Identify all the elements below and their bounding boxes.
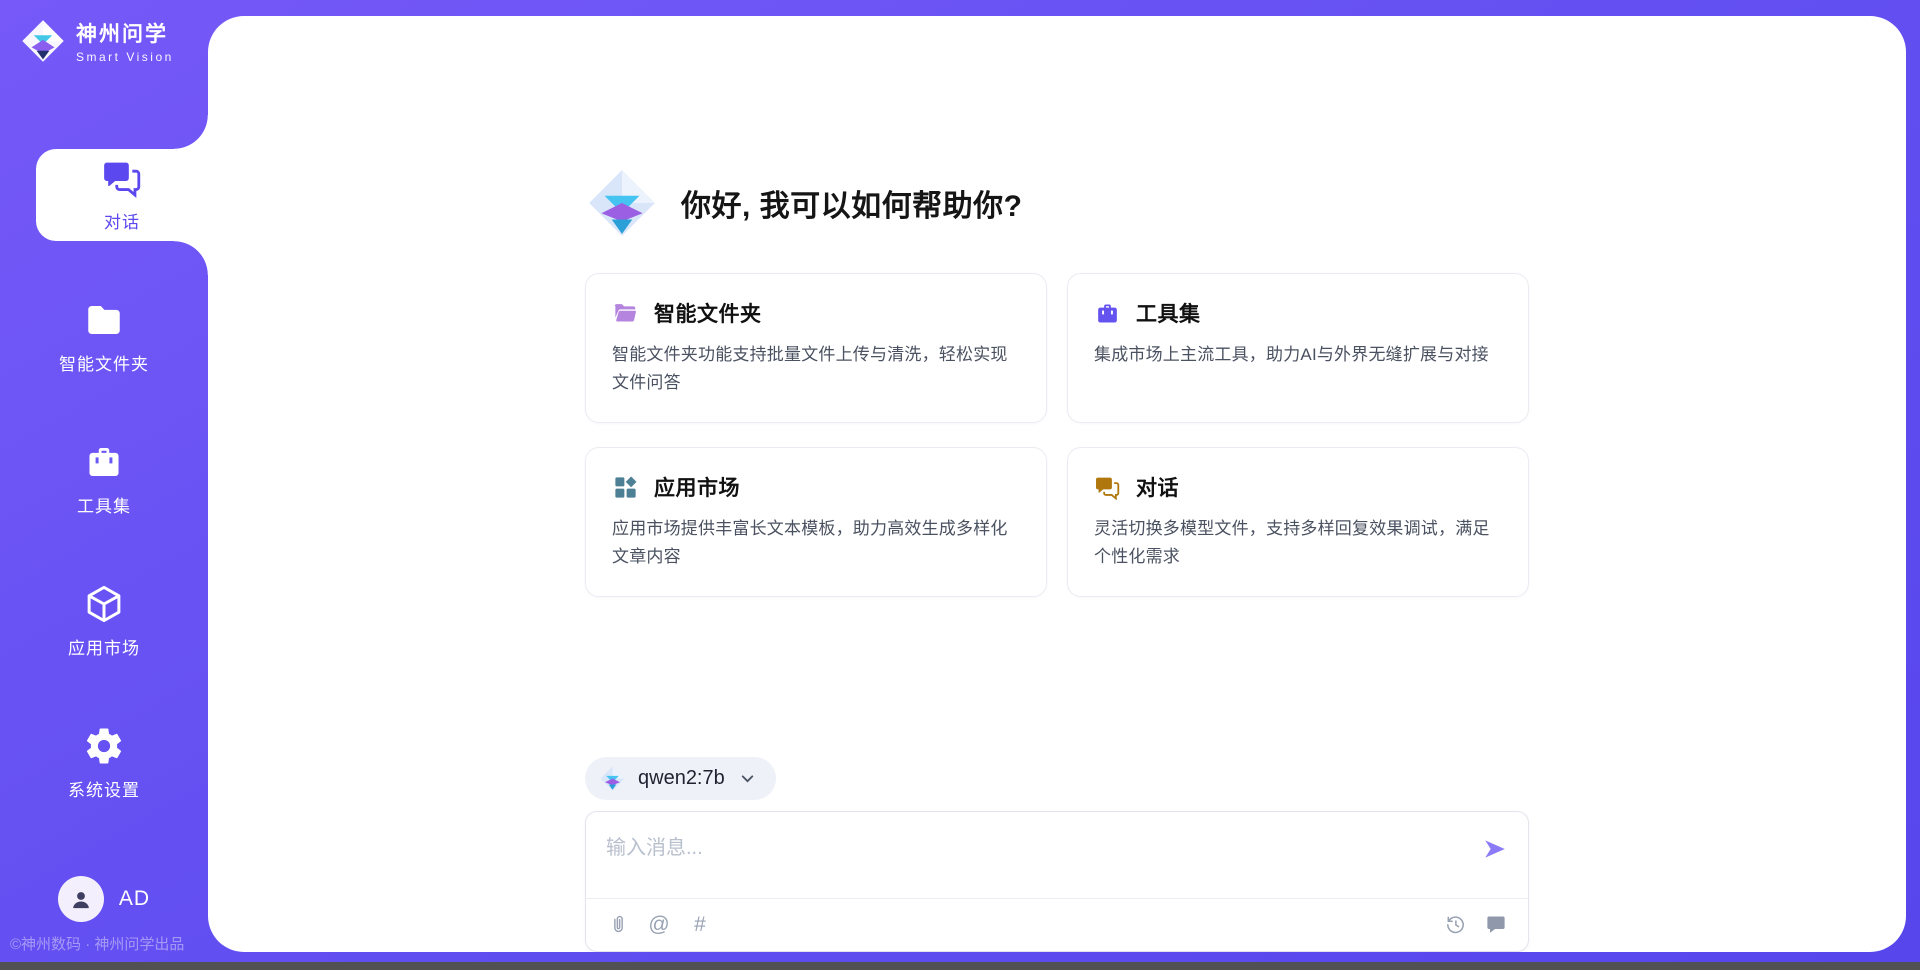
card-title: 应用市场	[654, 472, 740, 502]
sidebar-item-smart-folder[interactable]: 智能文件夹	[0, 266, 208, 408]
card-description: 智能文件夹功能支持批量文件上传与清洗，轻松实现文件问答	[612, 341, 1020, 396]
card-title: 对话	[1136, 472, 1179, 502]
folder-icon	[612, 300, 639, 327]
model-name: qwen2:7b	[638, 767, 725, 790]
attach-button[interactable]	[606, 912, 630, 936]
bottom-edge-strip	[0, 962, 1920, 970]
avatar	[58, 876, 104, 922]
brand-logo-icon	[20, 18, 66, 64]
card-chat[interactable]: 对话 灵活切换多模型文件，支持多样回复效果调试，满足个性化需求	[1067, 447, 1529, 597]
main-panel: 你好, 我可以如何帮助你? 智能文件夹 智能文件夹功能支持批量文件上传与清洗，轻…	[208, 16, 1906, 952]
brand-subtitle: Smart Vision	[76, 50, 174, 64]
message-square-icon	[1485, 913, 1507, 935]
user-initials: AD	[119, 887, 150, 911]
feature-cards: 智能文件夹 智能文件夹功能支持批量文件上传与清洗，轻松实现文件问答 工具集 集成…	[585, 273, 1529, 597]
send-icon	[1482, 836, 1508, 862]
folder-icon	[83, 299, 125, 341]
hash-icon: #	[694, 914, 706, 935]
app-grid-icon	[612, 474, 639, 501]
sidebar-item-app-market[interactable]: 应用市场	[0, 550, 208, 692]
sidebar-item-label: 智能文件夹	[59, 350, 149, 375]
sidebar-item-label: 对话	[104, 208, 140, 233]
greeting-block: 你好, 我可以如何帮助你?	[585, 166, 1529, 240]
brand-name: 神州问学	[76, 18, 174, 48]
person-icon	[68, 886, 94, 912]
mention-button[interactable]: @	[647, 912, 671, 936]
chat-icon	[101, 157, 143, 199]
history-icon	[1444, 913, 1467, 936]
sidebar-item-toolset[interactable]: 工具集	[0, 408, 208, 550]
message-composer: @ #	[585, 811, 1529, 952]
assistant-logo-icon	[585, 166, 659, 240]
chevron-down-icon	[739, 770, 756, 787]
brand-text: 神州问学 Smart Vision	[76, 18, 174, 64]
card-title: 智能文件夹	[654, 298, 762, 328]
new-chat-button[interactable]	[1484, 912, 1508, 936]
card-description: 应用市场提供丰富长文本模板，助力高效生成多样化文章内容	[612, 515, 1020, 570]
toolbox-icon	[1094, 300, 1121, 327]
sidebar-item-label: 系统设置	[68, 776, 140, 801]
topic-button[interactable]: #	[688, 912, 712, 936]
send-button[interactable]	[1482, 836, 1508, 862]
sidebar-item-label: 应用市场	[68, 634, 140, 659]
copyright-text: ©神州数码 · 神州问学出品	[10, 933, 184, 954]
user-profile[interactable]: AD	[0, 876, 208, 922]
card-smart-folder[interactable]: 智能文件夹 智能文件夹功能支持批量文件上传与清洗，轻松实现文件问答	[585, 273, 1047, 423]
sidebar-item-label: 工具集	[77, 492, 131, 517]
sidebar-item-chat[interactable]: 对话	[36, 149, 208, 241]
at-icon: @	[648, 914, 669, 935]
toolbox-icon	[83, 441, 125, 483]
model-logo-icon	[599, 765, 626, 792]
message-input[interactable]	[586, 812, 1438, 874]
greeting-title: 你好, 我可以如何帮助你?	[681, 181, 1023, 225]
chat-icon	[1094, 474, 1121, 501]
gear-icon	[83, 725, 125, 767]
cube-icon	[83, 583, 125, 625]
model-selector[interactable]: qwen2:7b	[585, 757, 776, 800]
sidebar: 神州问学 Smart Vision 对话	[0, 0, 208, 962]
card-description: 集成市场上主流工具，助力AI与外界无缝扩展与对接	[1094, 341, 1502, 369]
app-root: 神州问学 Smart Vision 对话	[0, 0, 1920, 962]
card-app-market[interactable]: 应用市场 应用市场提供丰富长文本模板，助力高效生成多样化文章内容	[585, 447, 1047, 597]
card-description: 灵活切换多模型文件，支持多样回复效果调试，满足个性化需求	[1094, 515, 1502, 570]
main-content: 你好, 我可以如何帮助你? 智能文件夹 智能文件夹功能支持批量文件上传与清洗，轻…	[585, 16, 1529, 952]
sidebar-item-settings[interactable]: 系统设置	[0, 692, 208, 834]
card-title: 工具集	[1136, 298, 1201, 328]
brand: 神州问学 Smart Vision	[20, 18, 174, 64]
paperclip-icon	[607, 913, 630, 936]
card-toolset[interactable]: 工具集 集成市场上主流工具，助力AI与外界无缝扩展与对接	[1067, 273, 1529, 423]
sidebar-nav: 对话 智能文件夹 工具集	[0, 124, 208, 834]
history-button[interactable]	[1443, 912, 1467, 936]
